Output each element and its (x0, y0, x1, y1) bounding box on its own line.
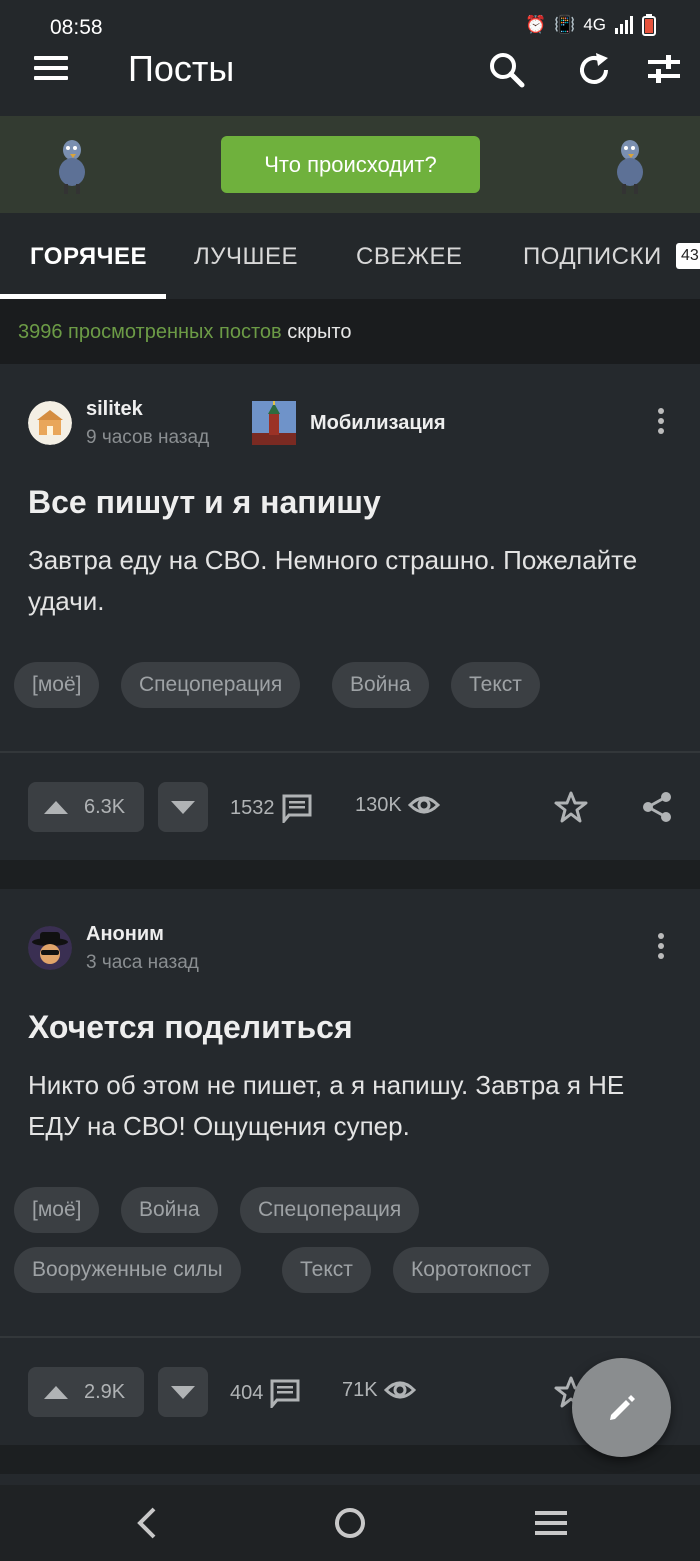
what-is-happening-button[interactable]: Что происходит? (221, 136, 480, 193)
upvote-arrow-icon (44, 800, 68, 814)
post-title[interactable]: Хочется поделиться (28, 1009, 353, 1046)
mascot-left-icon (59, 140, 85, 194)
post-divider (0, 751, 700, 753)
subscriptions-badge: 43 (676, 243, 700, 269)
home-icon[interactable] (330, 1505, 370, 1541)
upvote-button[interactable]: 6.3K (28, 782, 144, 832)
post-tag[interactable]: Война (121, 1187, 218, 1233)
hidden-posts-count: 3996 просмотренных постов (18, 321, 282, 343)
comments-count: 404 (230, 1381, 264, 1404)
comment-icon (270, 1379, 300, 1408)
app-bar: Посты (0, 36, 700, 116)
share-icon[interactable] (640, 790, 674, 824)
signal-icon (615, 16, 633, 34)
battery-icon (642, 14, 656, 36)
feed-tabs: ГОРЯЧЕЕ ЛУЧШЕЕ СВЕЖЕЕ ПОДПИСКИ 43 (0, 213, 700, 299)
events-banner: Что происходит? (0, 116, 700, 213)
more-options-icon[interactable] (656, 408, 666, 438)
views-count: 71K (342, 1378, 378, 1401)
tab-subscriptions[interactable]: ПОДПИСКИ (523, 243, 662, 271)
hidden-posts-text: 3996 просмотренных постов скрыто (18, 321, 352, 344)
comments-count: 1532 (230, 796, 275, 819)
downvote-arrow-icon (171, 800, 195, 814)
more-options-icon[interactable] (656, 933, 666, 963)
views-indicator: 71K (342, 1378, 416, 1402)
downvote-button[interactable] (158, 782, 208, 832)
post-card: Аноним 3 часа назад Хочется поделиться Н… (0, 889, 700, 1445)
comments-button[interactable]: 404 (230, 1378, 301, 1408)
post-tag[interactable]: Спецоперация (121, 662, 301, 708)
filter-sliders-icon[interactable] (644, 50, 684, 90)
comments-button[interactable]: 1532 (230, 793, 313, 823)
alarm-icon: ⏰ (524, 15, 547, 34)
comment-icon (282, 794, 311, 823)
tab-fresh[interactable]: СВЕЖЕЕ (356, 243, 463, 271)
views-count: 130K (355, 793, 402, 816)
avatar[interactable] (28, 926, 72, 970)
system-nav-bar (0, 1485, 700, 1561)
post-community[interactable]: Мобилизация (310, 412, 446, 435)
bookmark-star-icon[interactable] (554, 790, 588, 824)
recent-apps-icon[interactable] (531, 1505, 571, 1541)
post-body: Никто об этом не пишет, а я напишу. Завт… (28, 1070, 625, 1141)
post-author[interactable]: Аноним (86, 923, 164, 946)
post-tag[interactable]: Текст (282, 1247, 371, 1293)
upvote-button[interactable]: 2.9K (28, 1367, 144, 1417)
post-author[interactable]: silitek (86, 398, 143, 421)
tab-hot[interactable]: ГОРЯЧЕЕ (30, 243, 147, 271)
page-title: Посты (128, 48, 235, 89)
post-time: 3 часа назад (86, 952, 199, 973)
pencil-icon (609, 1394, 635, 1420)
vibrate-icon: 📳 (554, 15, 576, 34)
post-title[interactable]: Все пишут и я напишу (28, 484, 381, 521)
downvote-arrow-icon (171, 1385, 195, 1399)
eye-icon (407, 796, 440, 814)
create-post-button[interactable] (572, 1358, 671, 1457)
upvote-arrow-icon (44, 1385, 68, 1399)
hidden-posts-bar[interactable]: 3996 просмотренных постов скрыто (0, 299, 700, 364)
status-icons: ⏰ 📳 4G (525, 14, 656, 36)
search-icon[interactable] (486, 50, 526, 90)
network-label: 4G (583, 15, 606, 34)
post-tag[interactable]: [моё] (14, 1187, 100, 1233)
hamburger-menu-icon[interactable] (34, 56, 68, 86)
post-tag[interactable]: Война (332, 662, 429, 708)
post-rating: 6.3K (84, 795, 126, 818)
post-tag[interactable]: Коротокпост (393, 1247, 550, 1293)
post-card: silitek 9 часов назад Мобилизация Все пи… (0, 364, 700, 860)
post-tag[interactable]: Текст (451, 662, 540, 708)
post-tag[interactable]: Вооруженные силы (14, 1247, 241, 1293)
downvote-button[interactable] (158, 1367, 208, 1417)
mascot-right-icon (617, 140, 643, 194)
post-divider (0, 1336, 700, 1338)
community-avatar[interactable] (252, 401, 296, 445)
post-time: 9 часов назад (86, 427, 210, 448)
post-body: Завтра еду на СВО. Немного страшно. Поже… (28, 545, 638, 616)
post-tag[interactable]: Спецоперация (240, 1187, 420, 1233)
post-rating: 2.9K (84, 1380, 126, 1403)
avatar[interactable] (28, 401, 72, 445)
tab-best[interactable]: ЛУЧШЕЕ (194, 243, 298, 271)
back-icon[interactable] (128, 1505, 168, 1541)
hidden-posts-state: скрыто (287, 321, 352, 343)
post-tag[interactable]: [моё] (14, 662, 100, 708)
refresh-icon[interactable] (574, 50, 614, 90)
views-indicator: 130K (355, 793, 440, 817)
eye-icon (383, 1381, 416, 1399)
